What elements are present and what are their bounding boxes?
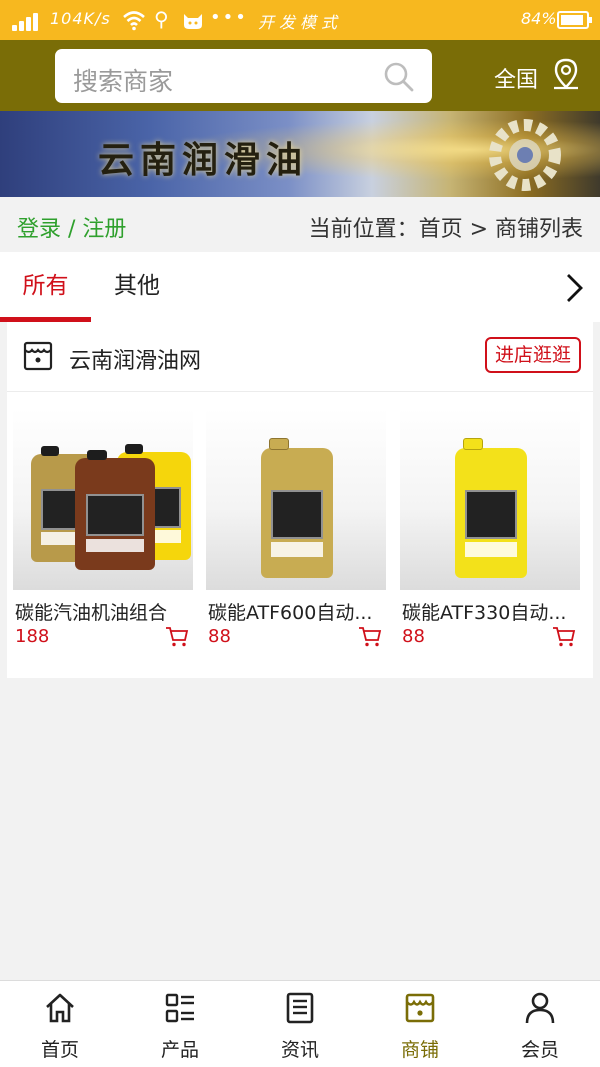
nav-item-member[interactable]: 会员 [480, 981, 600, 1067]
news-icon [286, 992, 314, 1024]
battery-percent: 84% [521, 9, 557, 28]
home-icon [46, 993, 74, 1023]
product-image [13, 408, 193, 590]
nav-item-products[interactable]: 产品 [120, 981, 240, 1067]
tab-other-label: 其他 [114, 273, 160, 299]
banner[interactable]: 云南润滑油 [0, 111, 600, 197]
store-icon [23, 341, 53, 371]
location-pin-icon [554, 58, 578, 90]
list-icon [165, 993, 194, 1023]
product-price: 88 [208, 626, 231, 647]
search-input[interactable]: 搜索商家 [55, 49, 432, 103]
product-name: 碳能ATF330自动... [402, 602, 567, 624]
shop-icon [405, 993, 435, 1023]
dev-mode-label: 开发模式 [258, 13, 343, 32]
network-speed: 104K/s [50, 9, 111, 28]
nav-label: 首页 [40, 1039, 79, 1061]
search-placeholder: 搜索商家 [73, 67, 174, 96]
shop-name: 云南润滑油网 [69, 349, 202, 374]
region-label: 全国 [494, 68, 539, 93]
breadcrumb: 当前位置：首页 > 商铺列表 [308, 217, 583, 242]
nav-label: 商铺 [400, 1039, 439, 1061]
signal-icon [12, 11, 44, 31]
login-register-link[interactable]: 登录 / 注册 [17, 211, 126, 243]
battery-icon [557, 11, 592, 29]
tab-all-label: 所有 [22, 273, 69, 299]
chevron-right-icon[interactable] [560, 272, 588, 304]
shop-card: 云南润滑油网 进店逛逛 碳能汽油机油组合 188 碳能ATF600自动... 8… [7, 322, 593, 678]
product-price: 88 [402, 626, 425, 647]
user-icon [525, 992, 555, 1024]
nav-label: 资讯 [280, 1039, 319, 1061]
category-tabs: 所有 其他 [0, 252, 600, 322]
cart-icon[interactable] [552, 626, 576, 648]
nav-label: 产品 [160, 1039, 199, 1061]
tab-other[interactable]: 其他 [92, 252, 182, 322]
product-image [206, 408, 386, 590]
more-dots-icon: ••• [210, 7, 248, 28]
usb-icon: ⚲ [154, 7, 169, 31]
product-image [400, 408, 580, 590]
product-name: 碳能ATF600自动... [208, 602, 373, 624]
product-name: 碳能汽油机油组合 [15, 602, 168, 624]
cart-icon[interactable] [358, 626, 382, 648]
banner-title: 云南润滑油 [98, 139, 309, 181]
bottom-nav: 首页 产品 资讯 商铺 会员 [0, 980, 600, 1067]
product-price: 188 [15, 626, 50, 647]
search-icon[interactable] [383, 61, 415, 93]
enter-shop-button[interactable]: 进店逛逛 [485, 337, 581, 373]
nav-label: 会员 [520, 1039, 559, 1061]
wifi-icon [123, 11, 145, 31]
nav-item-news[interactable]: 资讯 [240, 981, 360, 1067]
nav-item-shops[interactable]: 商铺 [360, 981, 480, 1067]
nav-item-home[interactable]: 首页 [0, 981, 120, 1067]
breadcrumb-row: 登录 / 注册 当前位置：首页 > 商铺列表 [0, 197, 600, 252]
cart-icon[interactable] [165, 626, 189, 648]
gear-icon [489, 119, 561, 191]
cat-icon [184, 14, 202, 29]
status-bar: 104K/s ⚲ ••• 开发模式 84% [0, 0, 600, 40]
header: 搜索商家 全国 [0, 40, 600, 111]
shop-header: 云南润滑油网 进店逛逛 [7, 322, 593, 392]
tab-all[interactable]: 所有 [0, 252, 91, 322]
